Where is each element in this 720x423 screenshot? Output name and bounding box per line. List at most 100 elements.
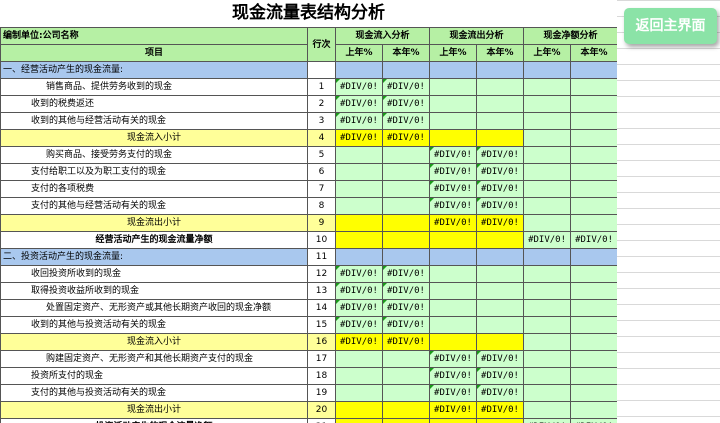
value-cell[interactable] (381, 163, 431, 181)
value-cell[interactable] (523, 401, 572, 419)
value-cell[interactable]: #DIV/0! (429, 214, 478, 232)
net-group-header[interactable]: 现金净额分析 (523, 27, 617, 45)
value-cell[interactable] (335, 214, 383, 232)
value-cell[interactable] (570, 214, 617, 232)
item-label[interactable]: 投资活动产生的现金流量净额 (0, 418, 308, 423)
value-cell[interactable]: #DIV/0! (523, 418, 572, 423)
value-cell[interactable]: #DIV/0! (335, 265, 383, 283)
line-number[interactable]: 16 (307, 333, 336, 351)
value-cell[interactable] (381, 197, 431, 215)
value-cell[interactable] (476, 95, 525, 113)
value-cell[interactable] (429, 299, 478, 317)
value-cell[interactable]: #DIV/0! (429, 197, 478, 215)
value-cell[interactable]: #DIV/0! (381, 129, 431, 147)
line-number[interactable]: 13 (307, 282, 336, 300)
value-cell[interactable] (476, 418, 525, 423)
net-this-year-header[interactable]: 本年% (570, 44, 617, 62)
value-cell[interactable]: #DIV/0! (335, 112, 383, 130)
item-label[interactable]: 购建固定资产、无形资产和其他长期资产支付的现金 (0, 350, 308, 368)
value-cell[interactable] (381, 61, 431, 79)
value-cell[interactable]: #DIV/0! (476, 146, 525, 164)
value-cell[interactable]: #DIV/0! (476, 163, 525, 181)
value-cell[interactable] (476, 333, 525, 351)
line-number[interactable]: 7 (307, 180, 336, 198)
value-cell[interactable] (523, 248, 572, 266)
value-cell[interactable] (570, 316, 617, 334)
value-cell[interactable] (523, 214, 572, 232)
value-cell[interactable]: #DIV/0! (429, 350, 478, 368)
value-cell[interactable] (335, 231, 383, 249)
value-cell[interactable]: #DIV/0! (429, 180, 478, 198)
value-cell[interactable] (429, 418, 478, 423)
item-label[interactable]: 支付的其他与投资活动有关的现金 (0, 384, 308, 402)
value-cell[interactable]: #DIV/0! (381, 265, 431, 283)
line-number[interactable]: 14 (307, 299, 336, 317)
value-cell[interactable] (570, 112, 617, 130)
value-cell[interactable]: #DIV/0! (335, 95, 383, 113)
value-cell[interactable] (523, 265, 572, 283)
value-cell[interactable]: #DIV/0! (570, 418, 617, 423)
item-label[interactable]: 收回投资所收到的现金 (0, 265, 308, 283)
value-cell[interactable] (335, 248, 383, 266)
value-cell[interactable] (523, 282, 572, 300)
value-cell[interactable]: #DIV/0! (476, 350, 525, 368)
value-cell[interactable]: #DIV/0! (335, 299, 383, 317)
value-cell[interactable] (335, 367, 383, 385)
line-number[interactable]: 17 (307, 350, 336, 368)
line-number[interactable]: 1 (307, 78, 336, 96)
value-cell[interactable]: #DIV/0! (381, 316, 431, 334)
value-cell[interactable] (476, 129, 525, 147)
inflow-this-year-header[interactable]: 本年% (381, 44, 431, 62)
value-cell[interactable] (570, 401, 617, 419)
value-cell[interactable] (429, 78, 478, 96)
value-cell[interactable] (335, 180, 383, 198)
outflow-prev-year-header[interactable]: 上年% (429, 44, 478, 62)
line-number[interactable]: 3 (307, 112, 336, 130)
value-cell[interactable] (429, 333, 478, 351)
item-label[interactable]: 收到的其他与投资活动有关的现金 (0, 316, 308, 334)
line-number[interactable]: 5 (307, 146, 336, 164)
value-cell[interactable] (523, 180, 572, 198)
value-cell[interactable] (381, 350, 431, 368)
item-label[interactable]: 现金流出小计 (0, 214, 308, 232)
value-cell[interactable] (523, 61, 572, 79)
value-cell[interactable]: #DIV/0! (429, 163, 478, 181)
value-cell[interactable] (523, 333, 572, 351)
value-cell[interactable] (335, 197, 383, 215)
value-cell[interactable]: #DIV/0! (335, 282, 383, 300)
value-cell[interactable] (335, 146, 383, 164)
item-label[interactable]: 现金流出小计 (0, 401, 308, 419)
value-cell[interactable] (523, 78, 572, 96)
item-label[interactable]: 销售商品、提供劳务收到的现金 (0, 78, 308, 96)
item-header[interactable]: 项目 (0, 44, 308, 62)
value-cell[interactable] (429, 316, 478, 334)
line-number[interactable]: 6 (307, 163, 336, 181)
item-label[interactable]: 收到的税费返还 (0, 95, 308, 113)
value-cell[interactable]: #DIV/0! (476, 197, 525, 215)
value-cell[interactable] (476, 248, 525, 266)
item-label[interactable]: 现金流入小计 (0, 129, 308, 147)
value-cell[interactable] (429, 61, 478, 79)
value-cell[interactable] (570, 146, 617, 164)
line-number[interactable]: 20 (307, 401, 336, 419)
value-cell[interactable]: #DIV/0! (381, 333, 431, 351)
value-cell[interactable] (476, 78, 525, 96)
line-no-header[interactable]: 行次 (307, 27, 336, 62)
value-cell[interactable] (570, 367, 617, 385)
inflow-prev-year-header[interactable]: 上年% (335, 44, 383, 62)
line-number[interactable]: 4 (307, 129, 336, 147)
item-label[interactable]: 收到的其他与经营活动有关的现金 (0, 112, 308, 130)
value-cell[interactable] (570, 61, 617, 79)
value-cell[interactable] (476, 282, 525, 300)
value-cell[interactable] (476, 231, 525, 249)
value-cell[interactable] (570, 384, 617, 402)
value-cell[interactable]: #DIV/0! (335, 316, 383, 334)
line-number[interactable]: 12 (307, 265, 336, 283)
line-number[interactable]: 9 (307, 214, 336, 232)
line-number[interactable] (307, 61, 336, 79)
value-cell[interactable]: #DIV/0! (335, 78, 383, 96)
value-cell[interactable] (523, 129, 572, 147)
value-cell[interactable] (523, 316, 572, 334)
value-cell[interactable] (335, 163, 383, 181)
value-cell[interactable] (429, 282, 478, 300)
